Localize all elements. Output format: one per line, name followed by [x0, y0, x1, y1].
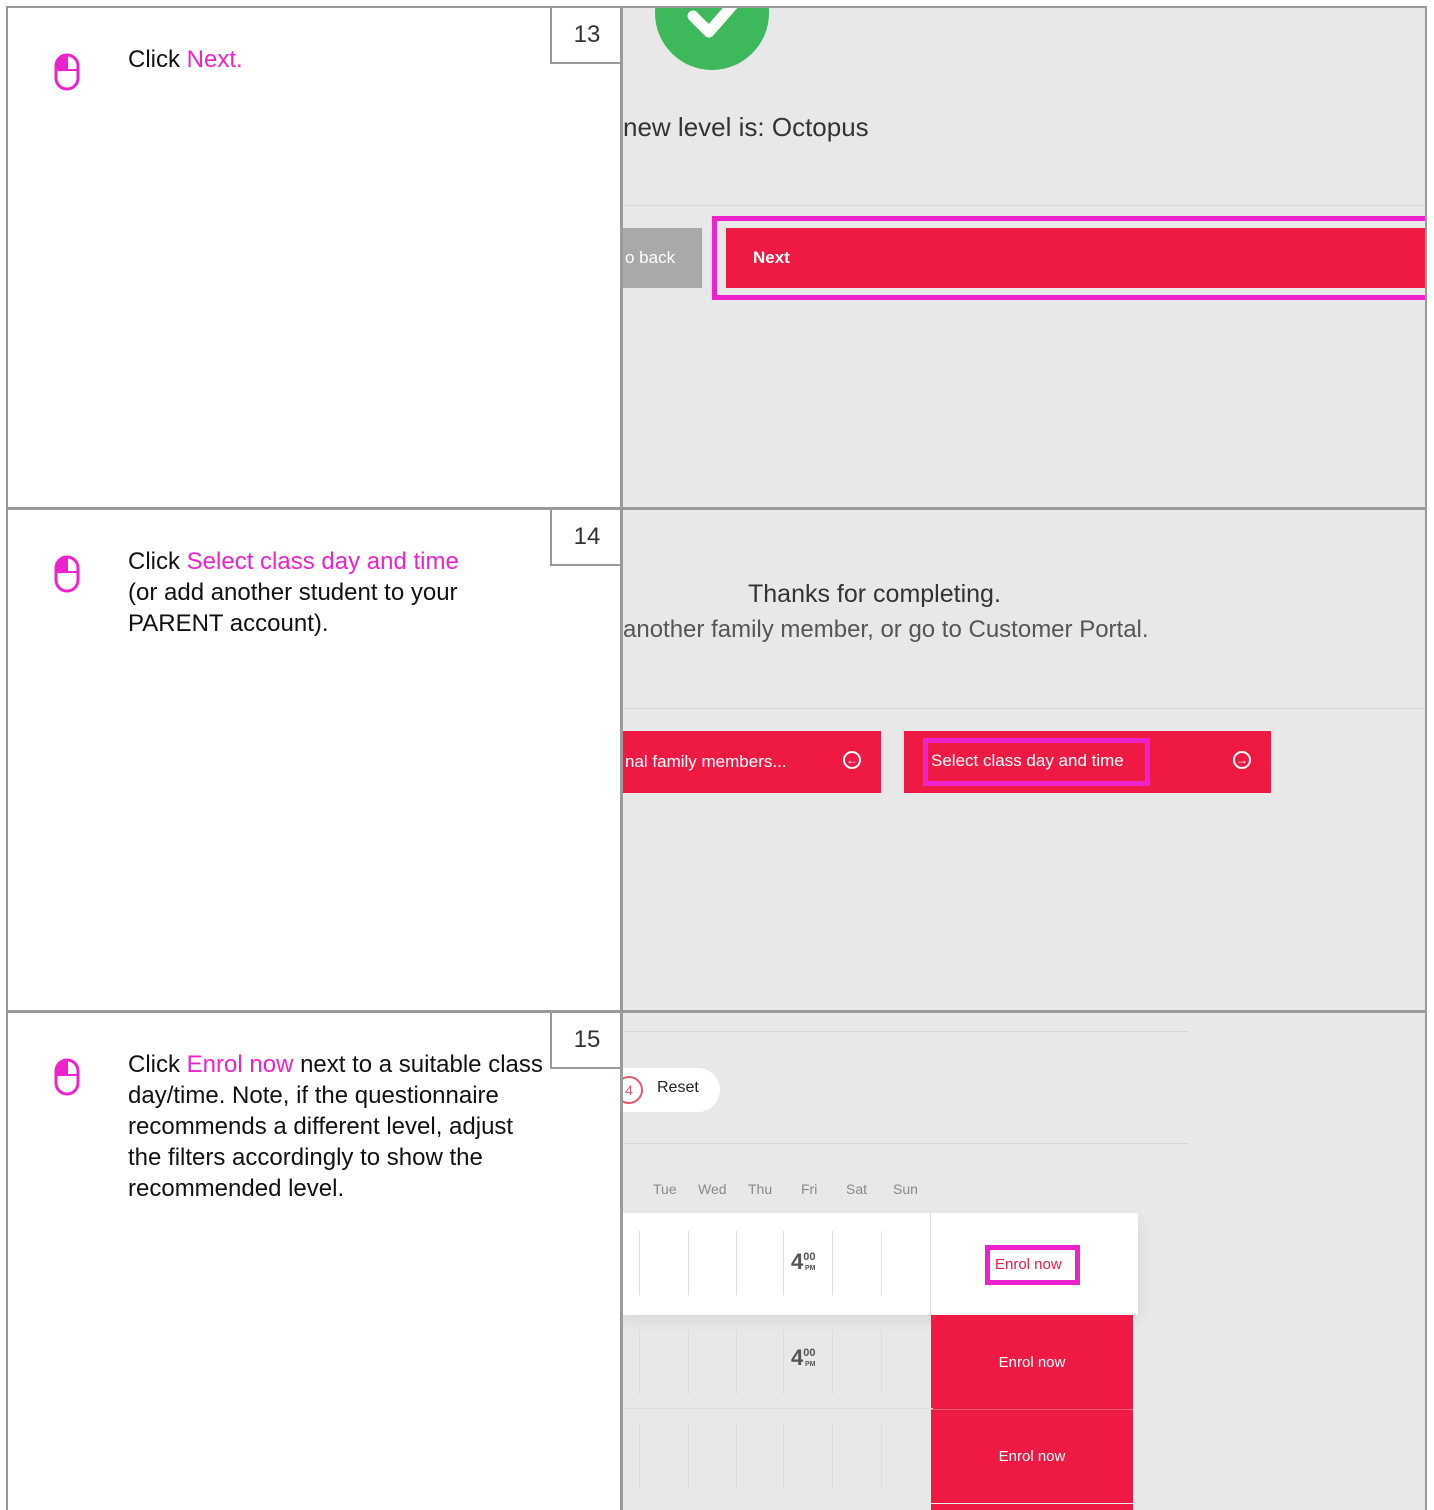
instruction-suffix: (or add another student to your PARENT a…: [128, 579, 458, 637]
divider: [623, 708, 1425, 709]
step-number: 13: [550, 8, 622, 64]
day-header-thu: Thu: [748, 1181, 773, 1197]
divider: [623, 1143, 1188, 1144]
day-header-tue: Tue: [653, 1181, 677, 1197]
day-header-wed: Wed: [698, 1181, 727, 1197]
instruction-highlight: Next.: [186, 46, 243, 73]
reset-label: Reset: [657, 1079, 699, 1096]
instruction-prefix: Click: [128, 548, 187, 575]
enrol-now-link[interactable]: Enrol now: [995, 1256, 1062, 1273]
day-header-sat: Sat: [846, 1181, 868, 1197]
check-circle-icon: [655, 8, 769, 70]
arrow-left-circle-icon: ←: [843, 751, 861, 769]
class-time: 400 PM: [791, 1249, 816, 1274]
class-time: 400 PM: [791, 1345, 816, 1370]
divider: [623, 1031, 1188, 1032]
table-row: [623, 1410, 933, 1504]
instruction-text: Click Select class day and time (or add …: [128, 546, 548, 639]
step-row-14: Click Select class day and time (or add …: [8, 510, 1425, 1010]
mouse-left-click-icon: [54, 53, 80, 91]
divider: [623, 205, 1425, 206]
enrol-now-button-partial: [931, 1504, 1133, 1510]
thanks-heading: Thanks for completing.: [748, 580, 1001, 608]
screenshot-panel: new level is: Octopus o back Next: [623, 8, 1425, 507]
go-back-button[interactable]: o back: [623, 228, 702, 288]
step-number: 14: [550, 510, 622, 566]
arrow-right-circle-icon: →: [1233, 751, 1251, 769]
highlight-box: [712, 216, 1425, 300]
screenshot-panel: Thanks for completing. another family me…: [623, 510, 1425, 1010]
instruction-panel: Click Enrol now next to a suitable class…: [8, 1013, 622, 1510]
instruction-highlight: Select class day and time: [186, 548, 459, 575]
instruction-text: Click Enrol now next to a suitable class…: [128, 1049, 548, 1204]
instruction-highlight: Enrol now: [186, 1051, 294, 1078]
day-header-sun: Sun: [893, 1181, 918, 1197]
table-row: 400 PM: [623, 1315, 933, 1409]
instruction-prefix: Click: [128, 1051, 187, 1078]
thanks-subtitle: another family member, or go to Customer…: [623, 616, 1149, 643]
step-row-15: Click Enrol now next to a suitable class…: [8, 1013, 1425, 1510]
enrol-now-button[interactable]: Enrol now: [931, 1315, 1133, 1409]
highlight-box: [923, 738, 1150, 786]
step-number: 15: [550, 1013, 622, 1069]
instruction-prefix: Click: [128, 46, 187, 73]
instruction-panel: Click Select class day and time (or add …: [8, 510, 622, 1010]
screenshot-panel: 4 Reset Tue Wed Thu Fri Sat Sun 400 PM En…: [623, 1013, 1425, 1510]
day-header-fri: Fri: [801, 1181, 818, 1197]
mouse-left-click-icon: [54, 555, 80, 593]
instruction-panel: Click Next. 13: [8, 8, 622, 507]
button-label: nal family members...: [625, 752, 787, 771]
instruction-text: Click Next.: [128, 44, 548, 75]
add-family-members-button[interactable]: nal family members... ←: [623, 731, 881, 793]
column-divider: [620, 6, 623, 1510]
step-row-13: Click Next. 13 new level is: Octopus o b…: [8, 8, 1425, 507]
divider: [623, 1408, 933, 1409]
enrol-now-button[interactable]: Enrol now: [931, 1409, 1133, 1503]
level-result-text: new level is: Octopus: [623, 112, 869, 142]
mouse-left-click-icon: [54, 1058, 80, 1096]
